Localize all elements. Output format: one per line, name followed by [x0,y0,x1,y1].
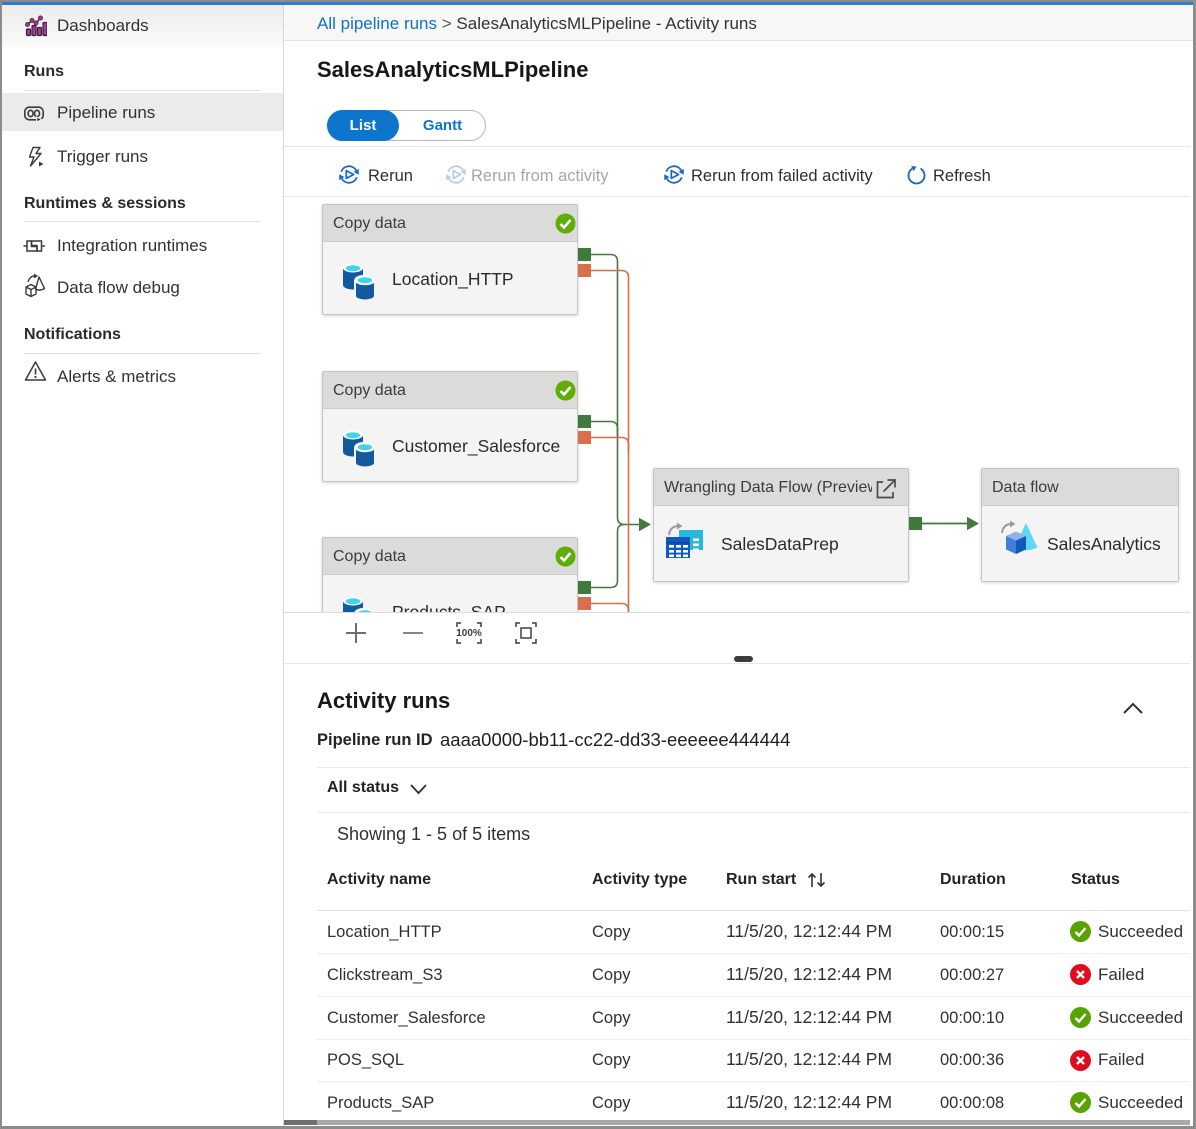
svg-text:100%: 100% [456,628,482,639]
